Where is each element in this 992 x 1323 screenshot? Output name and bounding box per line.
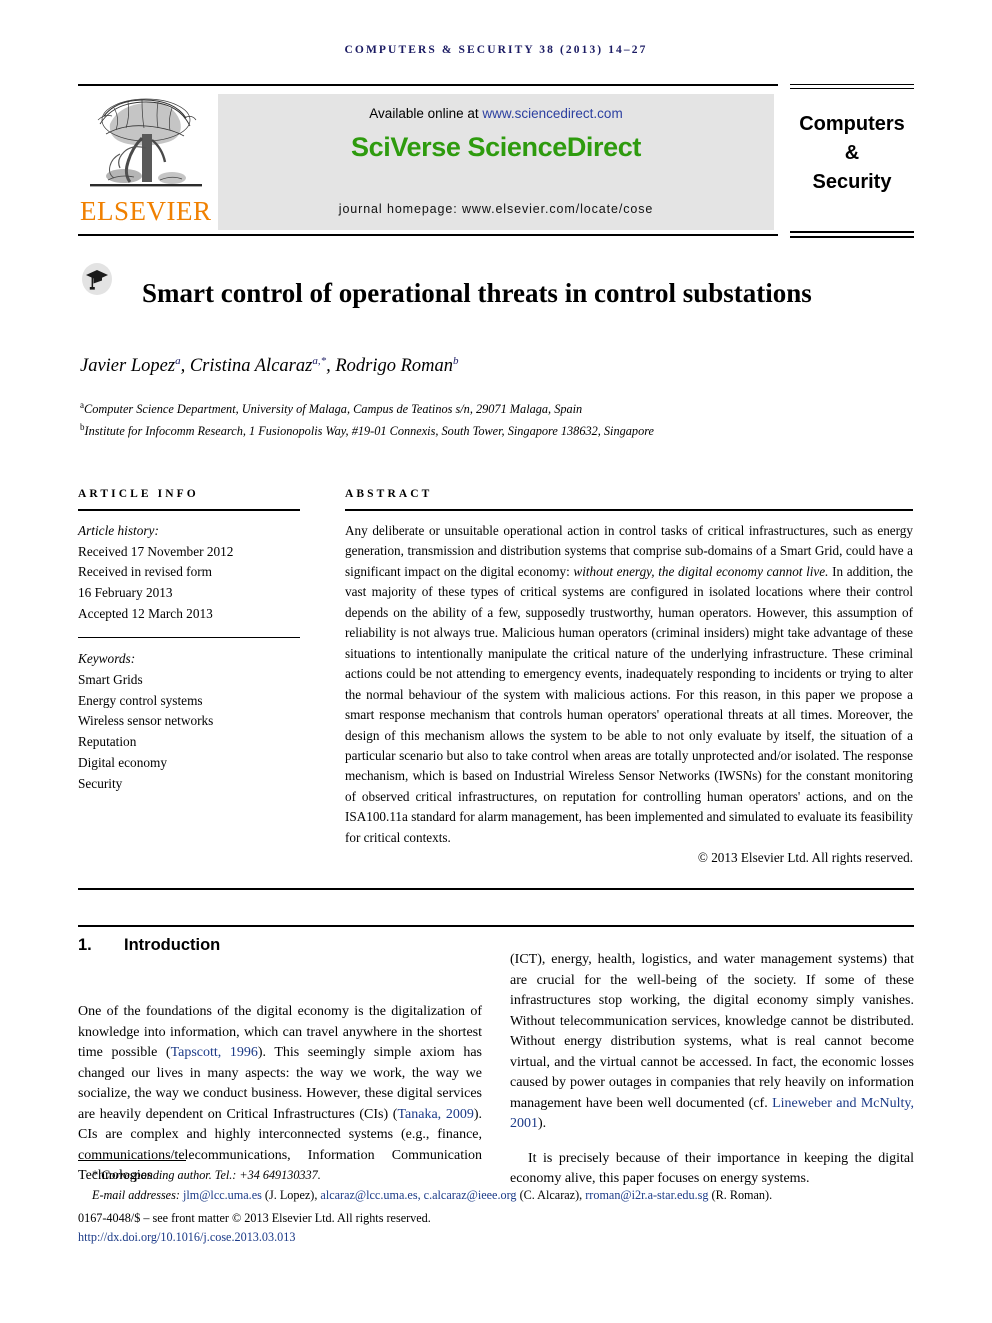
footnote-block: * Corresponding author. Tel.: +34 649130… (78, 1166, 914, 1248)
keyword-item: Smart Grids (78, 672, 143, 687)
keyword-item: Digital economy (78, 754, 167, 770)
intro-paragraph-right-1: (ICT), energy, health, logistics, and wa… (510, 950, 914, 1135)
article-history-item: 16 February 2013 (78, 585, 173, 601)
body-column-right: (ICT), energy, health, logistics, and wa… (510, 936, 914, 1204)
front-matter-note: 0167-4048/$ – see front matter © 2013 El… (78, 1210, 431, 1225)
masthead-rule-top (78, 84, 778, 86)
journal-title-line-1: Computers (799, 113, 905, 135)
body-top-rule (78, 925, 914, 927)
elsevier-wordmark: ELSEVIER (80, 196, 212, 226)
corresponding-author-text: Corresponding author. Tel.: +34 64913033… (101, 1168, 321, 1182)
email-link-rroman[interactable]: rroman@i2r.a-star.edu.sg (585, 1188, 708, 1202)
email-link-alcaraz-ieee[interactable]: c.alcaraz@ieee.org (424, 1188, 517, 1202)
abstract-part-2: In addition, the vast majority of these … (345, 563, 913, 845)
author-sep-1: , (180, 356, 190, 377)
abstract-bottom-rule (78, 888, 914, 890)
journal-homepage-line[interactable]: journal homepage: www.elsevier.com/locat… (218, 202, 774, 216)
email-link-jlopez[interactable]: jlm@lcc.uma.es (183, 1188, 262, 1202)
email-link-alcaraz-uma[interactable]: alcaraz@lcc.uma.es, (320, 1188, 420, 1202)
sciverse-sciencedirect-logo: SciVerse ScienceDirect (351, 132, 641, 162)
article-info-rule (78, 509, 300, 511)
article-info-column: ARTICLE INFO Article history: Received 1… (78, 488, 300, 794)
journal-title-rule-bottom (790, 231, 914, 233)
email-owner-jlopez: (J. Lopez), (264, 1187, 318, 1202)
article-history-heading: Article history: (78, 523, 159, 538)
intro-paragraph-left: One of the foundations of the digital ec… (78, 1002, 482, 1187)
footnote-rule (78, 1160, 186, 1162)
paper-page: Computers & Security 38 (2013) 14–27 (0, 0, 992, 1323)
sciencedirect-banner: Available online at www.sciencedirect.co… (218, 94, 774, 230)
intro-text-4: (ICT), energy, health, logistics, and wa… (510, 952, 914, 1111)
section-heading-introduction: 1. Introduction (78, 936, 478, 955)
citation-tanaka-2009[interactable]: Tanaka, 2009 (397, 1107, 473, 1122)
journal-title-rule-top-2 (790, 88, 914, 89)
doi-link[interactable]: http://dx.doi.org/10.1016/j.cose.2013.03… (78, 1228, 914, 1248)
abstract-label: ABSTRACT (345, 488, 433, 500)
author-rodrigo-roman: Rodrigo Romanb (335, 355, 459, 377)
journal-title-rule-bottom-2 (790, 236, 914, 238)
affiliation-b: bInstitute for Infocomm Research, 1 Fusi… (80, 420, 910, 442)
section-number: 1. (78, 936, 92, 954)
journal-title-box: Computers & Security (790, 110, 914, 197)
abstract-rule (345, 509, 913, 511)
affiliation-b-text: Institute for Infocomm Research, 1 Fusio… (84, 423, 655, 438)
email-owner-alcaraz: (C. Alcaraz), (519, 1187, 583, 1202)
author-sep-2: , (326, 356, 336, 377)
section-title: Introduction (124, 936, 221, 954)
article-history-item: Accepted 12 March 2013 (78, 605, 213, 621)
available-online-line: Available online at www.sciencedirect.co… (218, 106, 774, 121)
email-addresses-note: E-mail addresses: jlm@lcc.uma.es (J. Lop… (78, 1186, 914, 1206)
abstract-column: ABSTRACT Any deliberate or unsuitable op… (345, 488, 913, 866)
affiliation-a: aComputer Science Department, University… (80, 398, 910, 420)
abstract-italic-phrase: without energy, the digital economy cann… (573, 563, 829, 579)
corresponding-author-note: * Corresponding author. Tel.: +34 649130… (78, 1166, 914, 1186)
author-javier-lopez: Javier Lopeza (80, 355, 181, 377)
running-head: Computers & Security 38 (2013) 14–27 (344, 44, 648, 56)
abstract-text: Any deliberate or unsuitable operational… (345, 521, 913, 848)
keywords-rule (78, 636, 300, 639)
email-addresses-label: E-mail addresses: (92, 1187, 180, 1202)
journal-title-rule-top (790, 84, 914, 85)
keyword-item: Wireless sensor networks (78, 713, 214, 729)
email-owner-rroman: (R. Roman). (711, 1187, 773, 1202)
page-title: Smart control of operational threats in … (142, 278, 812, 309)
author-list: Javier Lopeza, Cristina Alcaraza,*, Rodr… (80, 355, 910, 377)
sciencedirect-link[interactable]: www.sciencedirect.com (482, 106, 622, 121)
keyword-item: Energy control systems (78, 692, 203, 708)
corresponding-author-marker: * (92, 1168, 99, 1182)
article-history-item: Received in revised form (78, 564, 213, 580)
elsevier-tree-icon (90, 98, 202, 187)
article-history-item: Received 17 November 2012 (78, 543, 234, 559)
citation-tapscott-1996[interactable]: Tapscott, 1996 (171, 1045, 258, 1060)
abstract-copyright: © 2013 Elsevier Ltd. All rights reserved… (697, 850, 913, 866)
journal-masthead: ELSEVIER Available online at www.science… (78, 84, 914, 238)
journal-title-line-2: & (844, 142, 860, 164)
affiliation-a-text: Computer Science Department, University … (84, 402, 583, 417)
affil-mark-b: b (453, 355, 459, 367)
available-online-prefix: Available online at (369, 106, 483, 121)
keywords-heading: Keywords: (78, 651, 136, 667)
elsevier-logo: ELSEVIER (80, 94, 212, 230)
affil-mark-a-star: a,* (312, 355, 327, 367)
masthead-rule-bottom (78, 234, 778, 236)
article-info-label: ARTICLE INFO (78, 488, 199, 500)
intro-text-5: ). (538, 1116, 547, 1131)
keyword-item: Reputation (78, 734, 137, 750)
journal-title-line-3: Security (812, 171, 892, 193)
keyword-item: Security (78, 775, 123, 791)
affiliation-list: aComputer Science Department, University… (80, 398, 910, 441)
author-cristina-alcaraz: Cristina Alcaraza,* (189, 355, 327, 377)
